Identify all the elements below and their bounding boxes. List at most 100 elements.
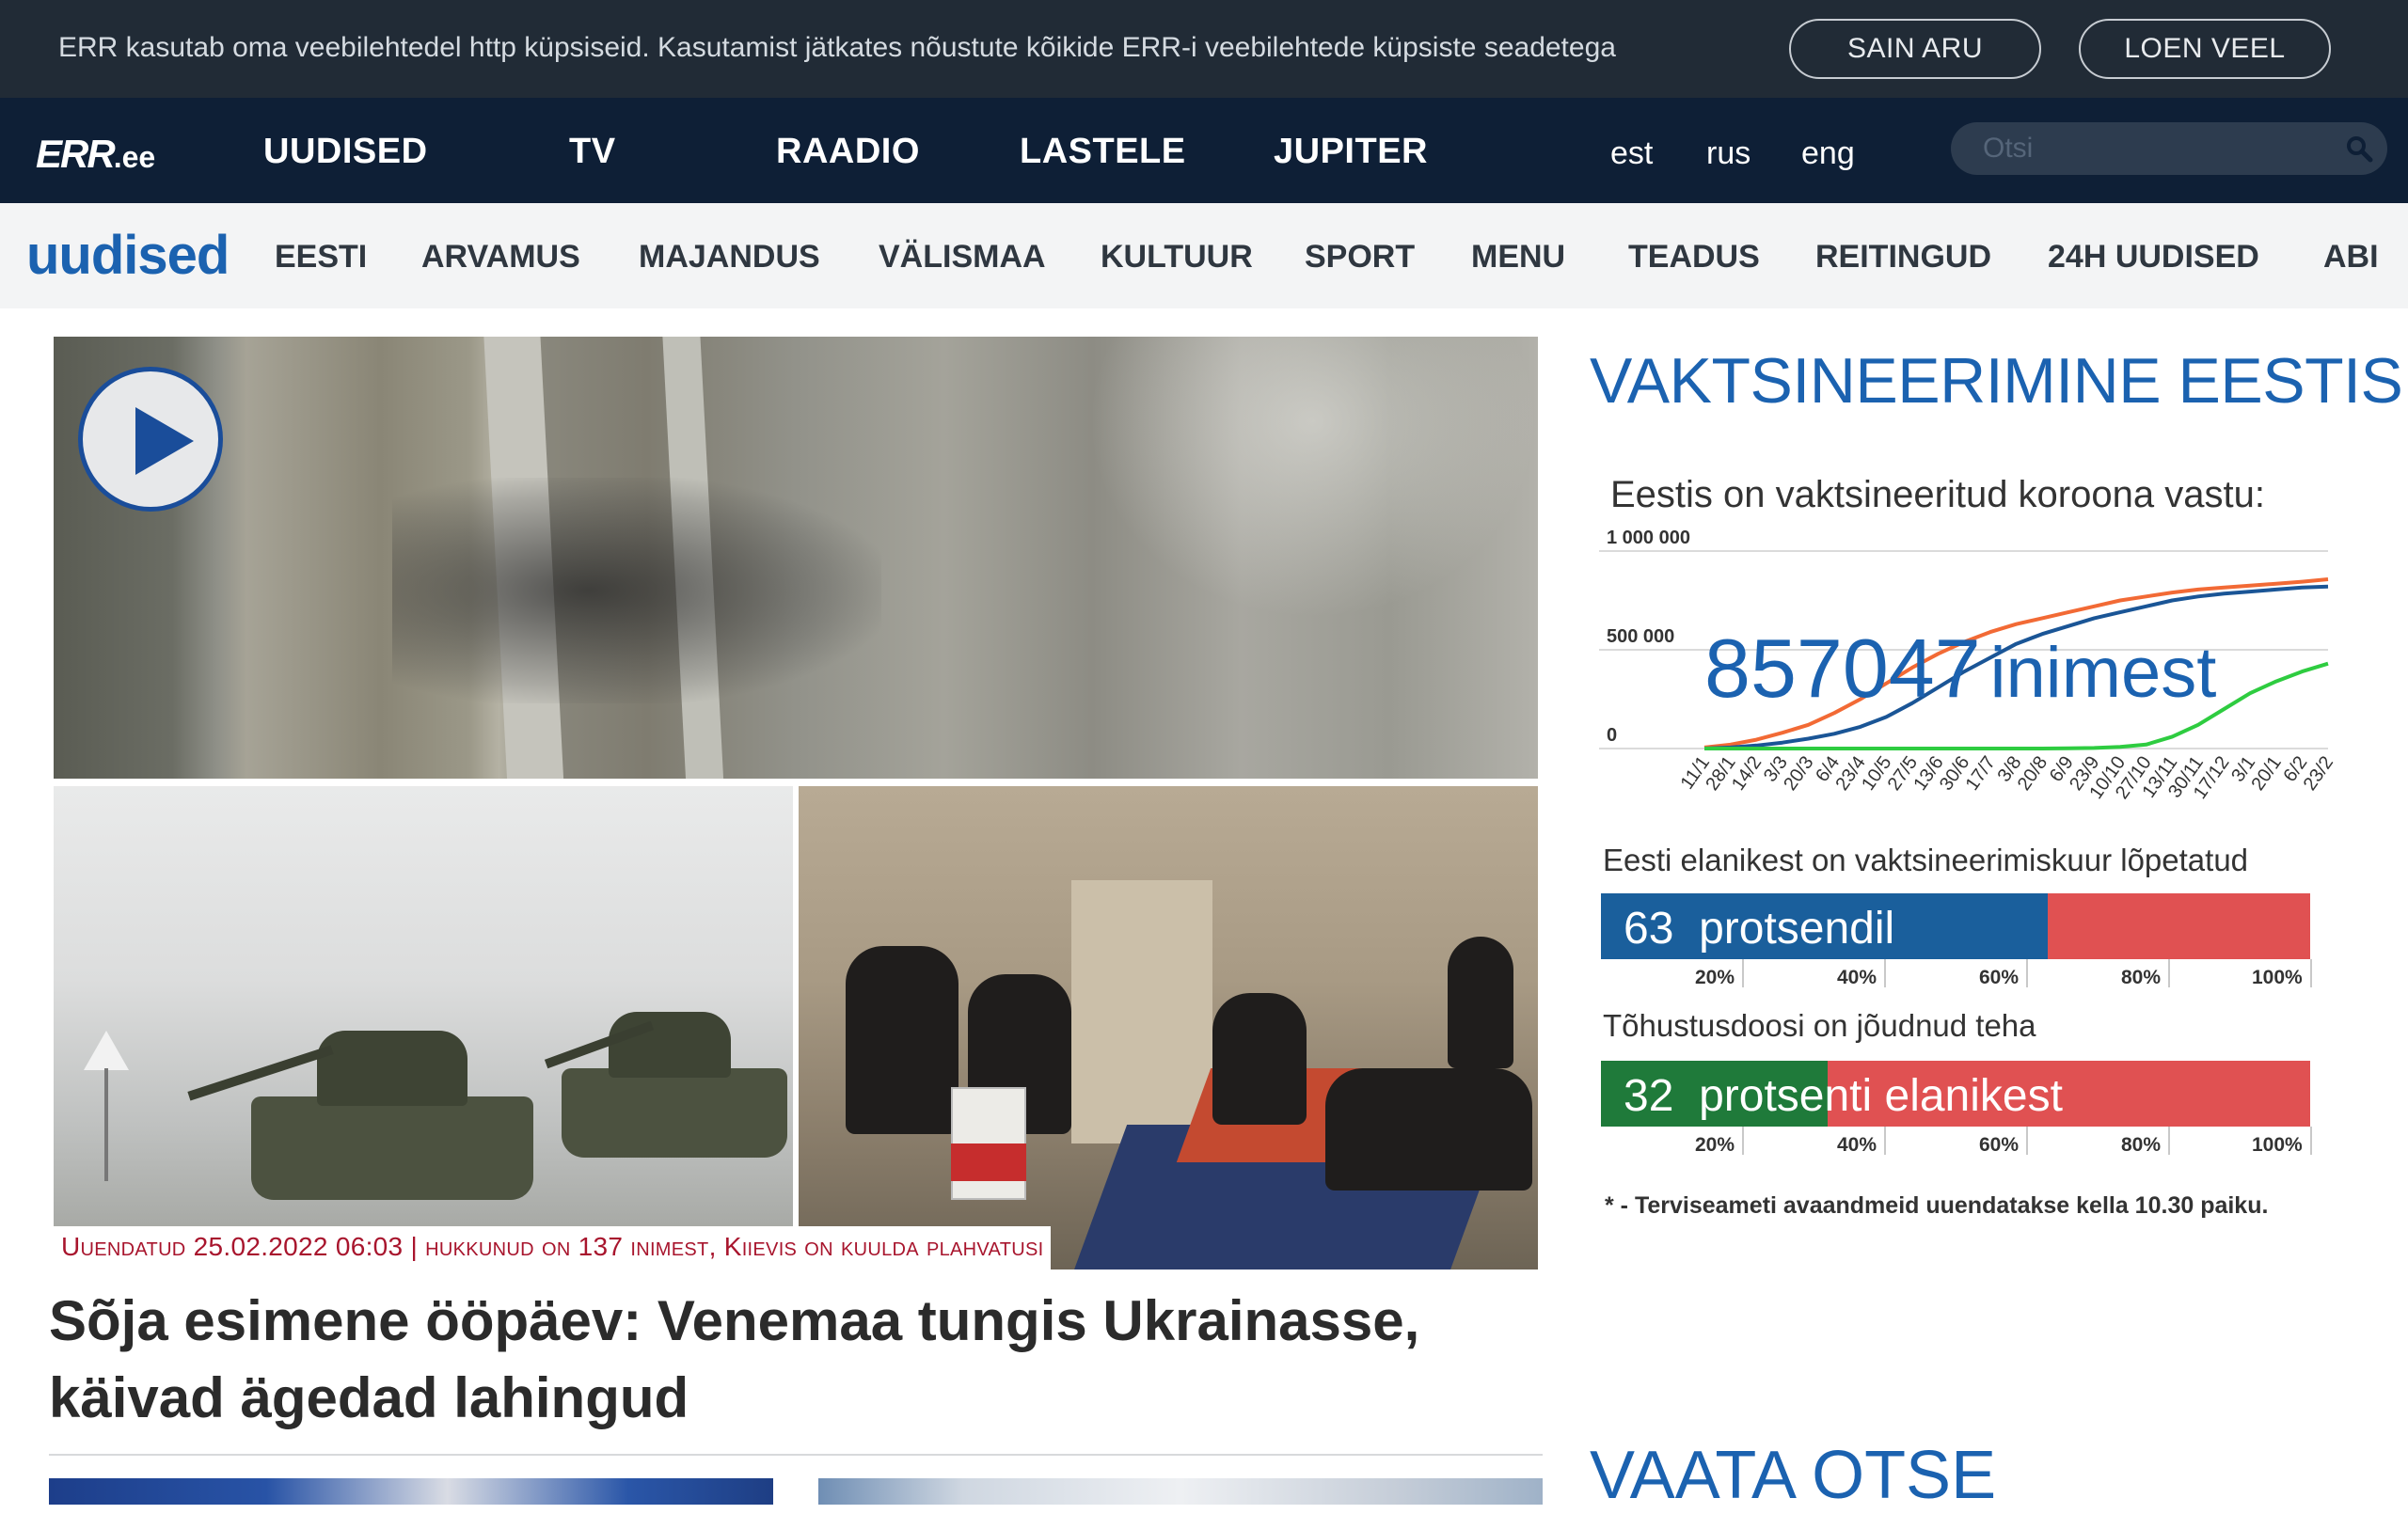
concrete-pillar (1071, 880, 1212, 1143)
tick-label: 60% (1979, 967, 2020, 988)
data-update-note: * - Terviseameti avaandmeid uuendatakse … (1605, 1192, 2269, 1219)
chart-y-tick-label: 500 000 (1607, 626, 1674, 647)
cookie-message: ERR kasutab oma veebilehtedel http küpsi… (58, 32, 1616, 63)
sign-pole (104, 1068, 108, 1181)
section-item-sport[interactable]: SPORT (1305, 239, 1415, 276)
tank-left-turret (317, 1031, 467, 1106)
caption-updated: Uuendatud 25.02.2022 06:03 | (61, 1232, 426, 1261)
tick-label: 20% (1695, 1134, 1735, 1156)
tank-right (562, 1068, 787, 1158)
search-input[interactable] (1983, 130, 2321, 167)
tick-label: 100% (2252, 1134, 2303, 1156)
tick-label: 100% (2252, 967, 2303, 988)
section-item-kultuur[interactable]: KULTUUR (1101, 239, 1253, 276)
live-stream-title[interactable]: VAATA OTSE (1590, 1437, 1996, 1514)
completed-unit: protsendil (1699, 904, 1895, 954)
tick-mark (1884, 959, 1886, 987)
person-silhouette (1448, 937, 1513, 1068)
vaccinated-count-value: 857047 (1704, 622, 1981, 715)
completed-progress-text: 63 protsendil (1624, 903, 1894, 954)
tick-label: 80% (2121, 967, 2162, 988)
section-item-menu[interactable]: MENU (1471, 239, 1565, 276)
satellite-photo (54, 337, 1538, 779)
completed-value: 63 (1624, 904, 1674, 954)
smoke-plume (392, 478, 881, 703)
logo-suffix: .ee (113, 140, 156, 174)
tanks-photo (54, 786, 793, 1270)
tank-right-turret (609, 1012, 731, 1078)
section-item-teadus[interactable]: TEADUS (1628, 239, 1760, 276)
chart-y-tick-label: 1 000 000 (1607, 528, 1690, 548)
nav-item-raadio[interactable]: RAADIO (776, 132, 920, 172)
tick-label: 40% (1837, 967, 1877, 988)
completed-bar-label: Eesti elanikest on vaktsineerimiskuur lõ… (1603, 843, 2249, 877)
section-item-arvamus[interactable]: ARVAMUS (421, 239, 580, 276)
divider (49, 1454, 1543, 1456)
lang-eng[interactable]: eng (1801, 135, 1855, 172)
booster-progress-text: 32 protsenti elanikest (1624, 1070, 2063, 1122)
article-thumbnail[interactable] (818, 1478, 1543, 1505)
logo-main: ERR (36, 132, 116, 176)
section-item-abi[interactable]: ABI (2323, 239, 2379, 276)
err-logo[interactable]: ERR.ee (36, 132, 155, 177)
section-title[interactable]: uudised (26, 224, 230, 287)
tick-mark (2168, 959, 2170, 987)
video-play-button[interactable] (78, 367, 223, 512)
article-thumbnail[interactable] (49, 1478, 773, 1505)
tick-mark (1742, 1127, 1744, 1155)
tick-mark (1742, 959, 1744, 987)
booster-progress-bar: 32 protsenti elanikest (1601, 1061, 2310, 1127)
completed-progress-bar: 63 protsendil (1601, 893, 2310, 959)
section-item-valismaa[interactable]: VÄLISMAA (879, 239, 1046, 276)
vaccination-title[interactable]: VAKTSINEERIMINE EESTIS (1590, 344, 2403, 418)
caption-summary: hukkunud on 137 inimest, Kiievis on kuul… (425, 1232, 1044, 1261)
tick-label: 60% (1979, 1134, 2020, 1156)
main-nav: ERR.ee UUDISED TV RAADIO LASTELE JUPITER… (0, 98, 2408, 203)
vaccinated-count-unit: inimest (1989, 633, 2217, 713)
snow-patch (1088, 337, 1538, 619)
tick-mark (2026, 1127, 2028, 1155)
tick-mark (2310, 1127, 2312, 1155)
booster-bar-label: Tõhustusdoosi on jõudnud teha (1603, 1008, 2036, 1043)
cookie-read-more-button[interactable]: LOEN VEEL (2079, 19, 2331, 79)
person-silhouette (1325, 1068, 1532, 1191)
hero-headline[interactable]: Sõja esimene ööpäev: Venemaa tungis Ukra… (49, 1283, 1554, 1437)
tick-label: 80% (2121, 1134, 2162, 1156)
chart-y-tick-label: 0 (1607, 725, 1617, 746)
lang-rus[interactable]: rus (1706, 135, 1751, 172)
section-nav: uudised EESTI ARVAMUS MAJANDUS VÄLISMAA … (0, 203, 2408, 308)
section-item-majandus[interactable]: MAJANDUS (639, 239, 820, 276)
booster-bar-axis: 20% 40% 60% 80% 100% (1601, 1127, 2316, 1160)
shelter-photo (799, 786, 1538, 1270)
tank-left-gun (187, 1045, 334, 1101)
tick-label: 40% (1837, 1134, 1877, 1156)
tick-label: 20% (1695, 967, 1735, 988)
tick-mark (2026, 959, 2028, 987)
hero-caption: Uuendatud 25.02.2022 06:03 | hukkunud on… (54, 1226, 1052, 1270)
vaccinated-count: 857047 inimest (1704, 621, 2216, 717)
section-item-eesti[interactable]: EESTI (275, 239, 367, 276)
section-item-24h-uudised[interactable]: 24H UUDISED (2048, 239, 2259, 276)
lang-est[interactable]: est (1610, 135, 1653, 172)
nav-item-lastele[interactable]: LASTELE (1020, 132, 1186, 172)
nav-item-uudised[interactable]: UUDISED (263, 132, 428, 172)
tick-mark (1884, 1127, 1886, 1155)
nav-item-tv[interactable]: TV (569, 132, 616, 172)
search-icon[interactable] (2344, 134, 2374, 164)
search-box (1951, 122, 2387, 175)
cookie-bar: ERR kasutab oma veebilehtedel http küpsi… (0, 0, 2408, 98)
booster-unit: protsenti elanikest (1699, 1071, 2063, 1121)
play-icon (135, 407, 194, 475)
nav-item-jupiter[interactable]: JUPITER (1274, 132, 1428, 172)
tick-mark (2168, 1127, 2170, 1155)
vaccination-subtitle: Eestis on vaktsineeritud koroona vastu: (1610, 474, 2265, 515)
shopping-bag-print (951, 1143, 1026, 1181)
completed-bar-axis: 20% 40% 60% 80% 100% (1601, 959, 2316, 993)
tick-mark (2310, 959, 2312, 987)
person-silhouette (846, 946, 958, 1134)
section-item-reitingud[interactable]: REITINGUD (1815, 239, 1991, 276)
booster-value: 32 (1624, 1071, 1674, 1121)
person-silhouette (1212, 993, 1307, 1125)
cookie-accept-button[interactable]: SAIN ARU (1789, 19, 2041, 79)
hero-article-image[interactable]: Uuendatud 25.02.2022 06:03 | hukkunud on… (54, 337, 1538, 1270)
